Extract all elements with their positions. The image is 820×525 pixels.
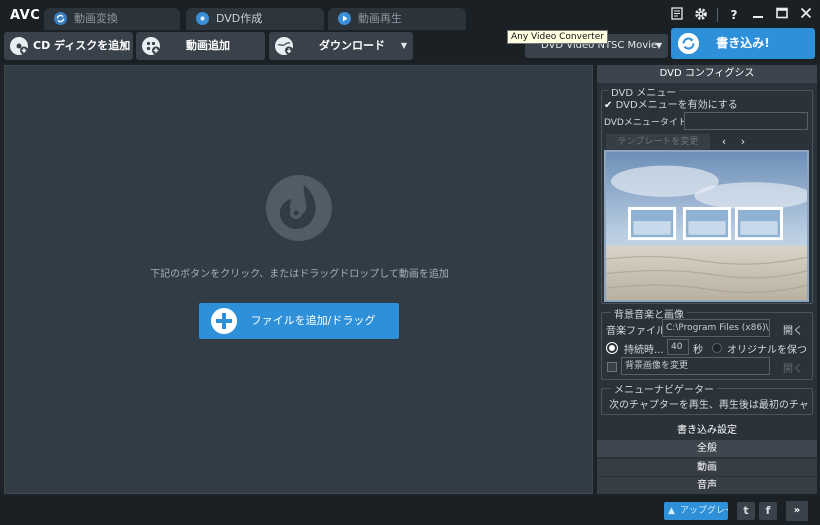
menu-title-input[interactable]: [684, 112, 808, 130]
drop-zone[interactable]: 下記のボタンをクリック、またはドラッグドロップして動画を追加 ファイルを追加/ド…: [4, 65, 593, 494]
upgrade-button[interactable]: ▲ アップグレー: [664, 502, 728, 520]
film-add-icon: [142, 37, 160, 55]
burn-settings-header: 書き込み設定: [677, 425, 737, 436]
play-icon: [338, 12, 351, 25]
tooltip: Any Video Converter: [507, 30, 608, 44]
add-video-label: 動画追加: [186, 39, 230, 52]
menu-title-label: DVDメニュータイトル: [604, 118, 696, 128]
navigator-group-label: メニューナビゲーター: [611, 381, 717, 396]
enable-menu-label: DVDメニューを有効にする: [615, 100, 738, 111]
chevron-left-icon[interactable]: ‹: [716, 134, 732, 150]
tab-play-video[interactable]: 動画再生: [328, 8, 466, 30]
help-button[interactable]: ?: [726, 7, 742, 23]
chevron-down-icon[interactable]: ▼: [121, 32, 127, 60]
panel-title: DVD コンフィグシス: [597, 65, 817, 83]
music-file-input[interactable]: C:\Program Files (x86)\Any Video Convert…: [662, 319, 770, 337]
expand-icon[interactable]: »: [786, 501, 808, 521]
tab-label: 動画再生: [358, 12, 402, 25]
add-cd-disc-button[interactable]: CD ディスクを追加 ▼: [4, 32, 133, 60]
disc-icon: [196, 12, 209, 25]
duration-label: 持続時...: [624, 345, 664, 356]
download-globe-icon: [275, 37, 293, 55]
change-bg-checkbox[interactable]: [607, 362, 617, 372]
tab-dvd-create[interactable]: DVD作成: [186, 8, 324, 30]
title-bar: AVC 動画変換 DVD作成 動画再生 ?: [0, 0, 820, 30]
chevron-right-icon[interactable]: ›: [735, 134, 751, 150]
cd-add-icon: [10, 37, 28, 55]
add-video-button[interactable]: 動画追加: [136, 32, 265, 60]
change-bg-button[interactable]: 背景画像を変更: [621, 357, 770, 375]
download-button[interactable]: ダウンロード ▼: [269, 32, 413, 60]
maximize-button[interactable]: [774, 7, 790, 23]
burn-label: 書き込み!: [716, 36, 770, 50]
download-label: ダウンロード: [319, 39, 385, 52]
menu-template-preview: [604, 150, 809, 302]
add-file-label: ファイルを追加/ドラッグ: [250, 314, 376, 327]
check-mark-icon: ✔: [604, 100, 613, 111]
section-audio[interactable]: 音声: [597, 477, 817, 494]
change-template-button[interactable]: テンプレートを変更: [606, 134, 710, 150]
burn-button[interactable]: 書き込み!: [671, 28, 815, 59]
navigator-value[interactable]: 次のチャプターを再生、再生後は最初のチャプター: [609, 396, 809, 411]
section-video[interactable]: 動画: [597, 459, 817, 476]
open-music-button[interactable]: 開く: [783, 322, 803, 337]
tab-convert-video[interactable]: 動画変換: [44, 8, 180, 30]
open-bg-button[interactable]: 開く: [783, 360, 803, 375]
section-general[interactable]: 全般: [597, 440, 817, 457]
separator: [717, 8, 718, 22]
twitter-icon[interactable]: t: [737, 502, 755, 520]
chevron-down-icon[interactable]: ▼: [401, 32, 407, 60]
chevron-down-icon: ▼: [655, 41, 662, 50]
facebook-icon[interactable]: f: [759, 502, 777, 520]
edit-list-icon[interactable]: [669, 7, 685, 23]
duration-input[interactable]: 40: [667, 339, 689, 355]
drop-hint: 下記のボタンをクリック、またはドラッグドロップして動画を追加: [150, 269, 449, 280]
window-controls: ?: [669, 6, 814, 24]
avc-flame-logo-icon: [266, 175, 332, 241]
add-cd-label: CD ディスクを追加: [33, 39, 131, 52]
burn-refresh-icon: [678, 33, 699, 54]
seconds-label: 秒: [693, 345, 703, 356]
add-file-button[interactable]: ファイルを追加/ドラッグ: [199, 303, 399, 339]
enable-menu-checkbox[interactable]: ✔ DVDメニューを有効にする: [604, 96, 738, 111]
settings-gear-icon[interactable]: [693, 7, 709, 23]
music-file-label: 音楽ファイル: [606, 326, 666, 337]
plus-icon: [211, 308, 237, 334]
tab-label: DVD作成: [216, 12, 263, 25]
app-logo: AVC: [10, 8, 41, 23]
keep-original-label: オリジナルを保つ: [727, 345, 807, 356]
minimize-button[interactable]: [750, 7, 766, 23]
upgrade-label: アップグレー: [680, 506, 728, 516]
close-button[interactable]: [798, 7, 814, 23]
upgrade-arrow-icon: ▲: [668, 506, 675, 516]
keep-original-radio[interactable]: [712, 343, 722, 353]
footer: ▲ アップグレー t f »: [0, 496, 820, 525]
dvd-config-panel: DVD コンフィグシス DVD メニュー ✔ DVDメニューを有効にする DVD…: [597, 65, 817, 494]
refresh-icon: [54, 12, 67, 25]
duration-radio[interactable]: [607, 343, 617, 353]
tab-label: 動画変換: [74, 12, 118, 25]
